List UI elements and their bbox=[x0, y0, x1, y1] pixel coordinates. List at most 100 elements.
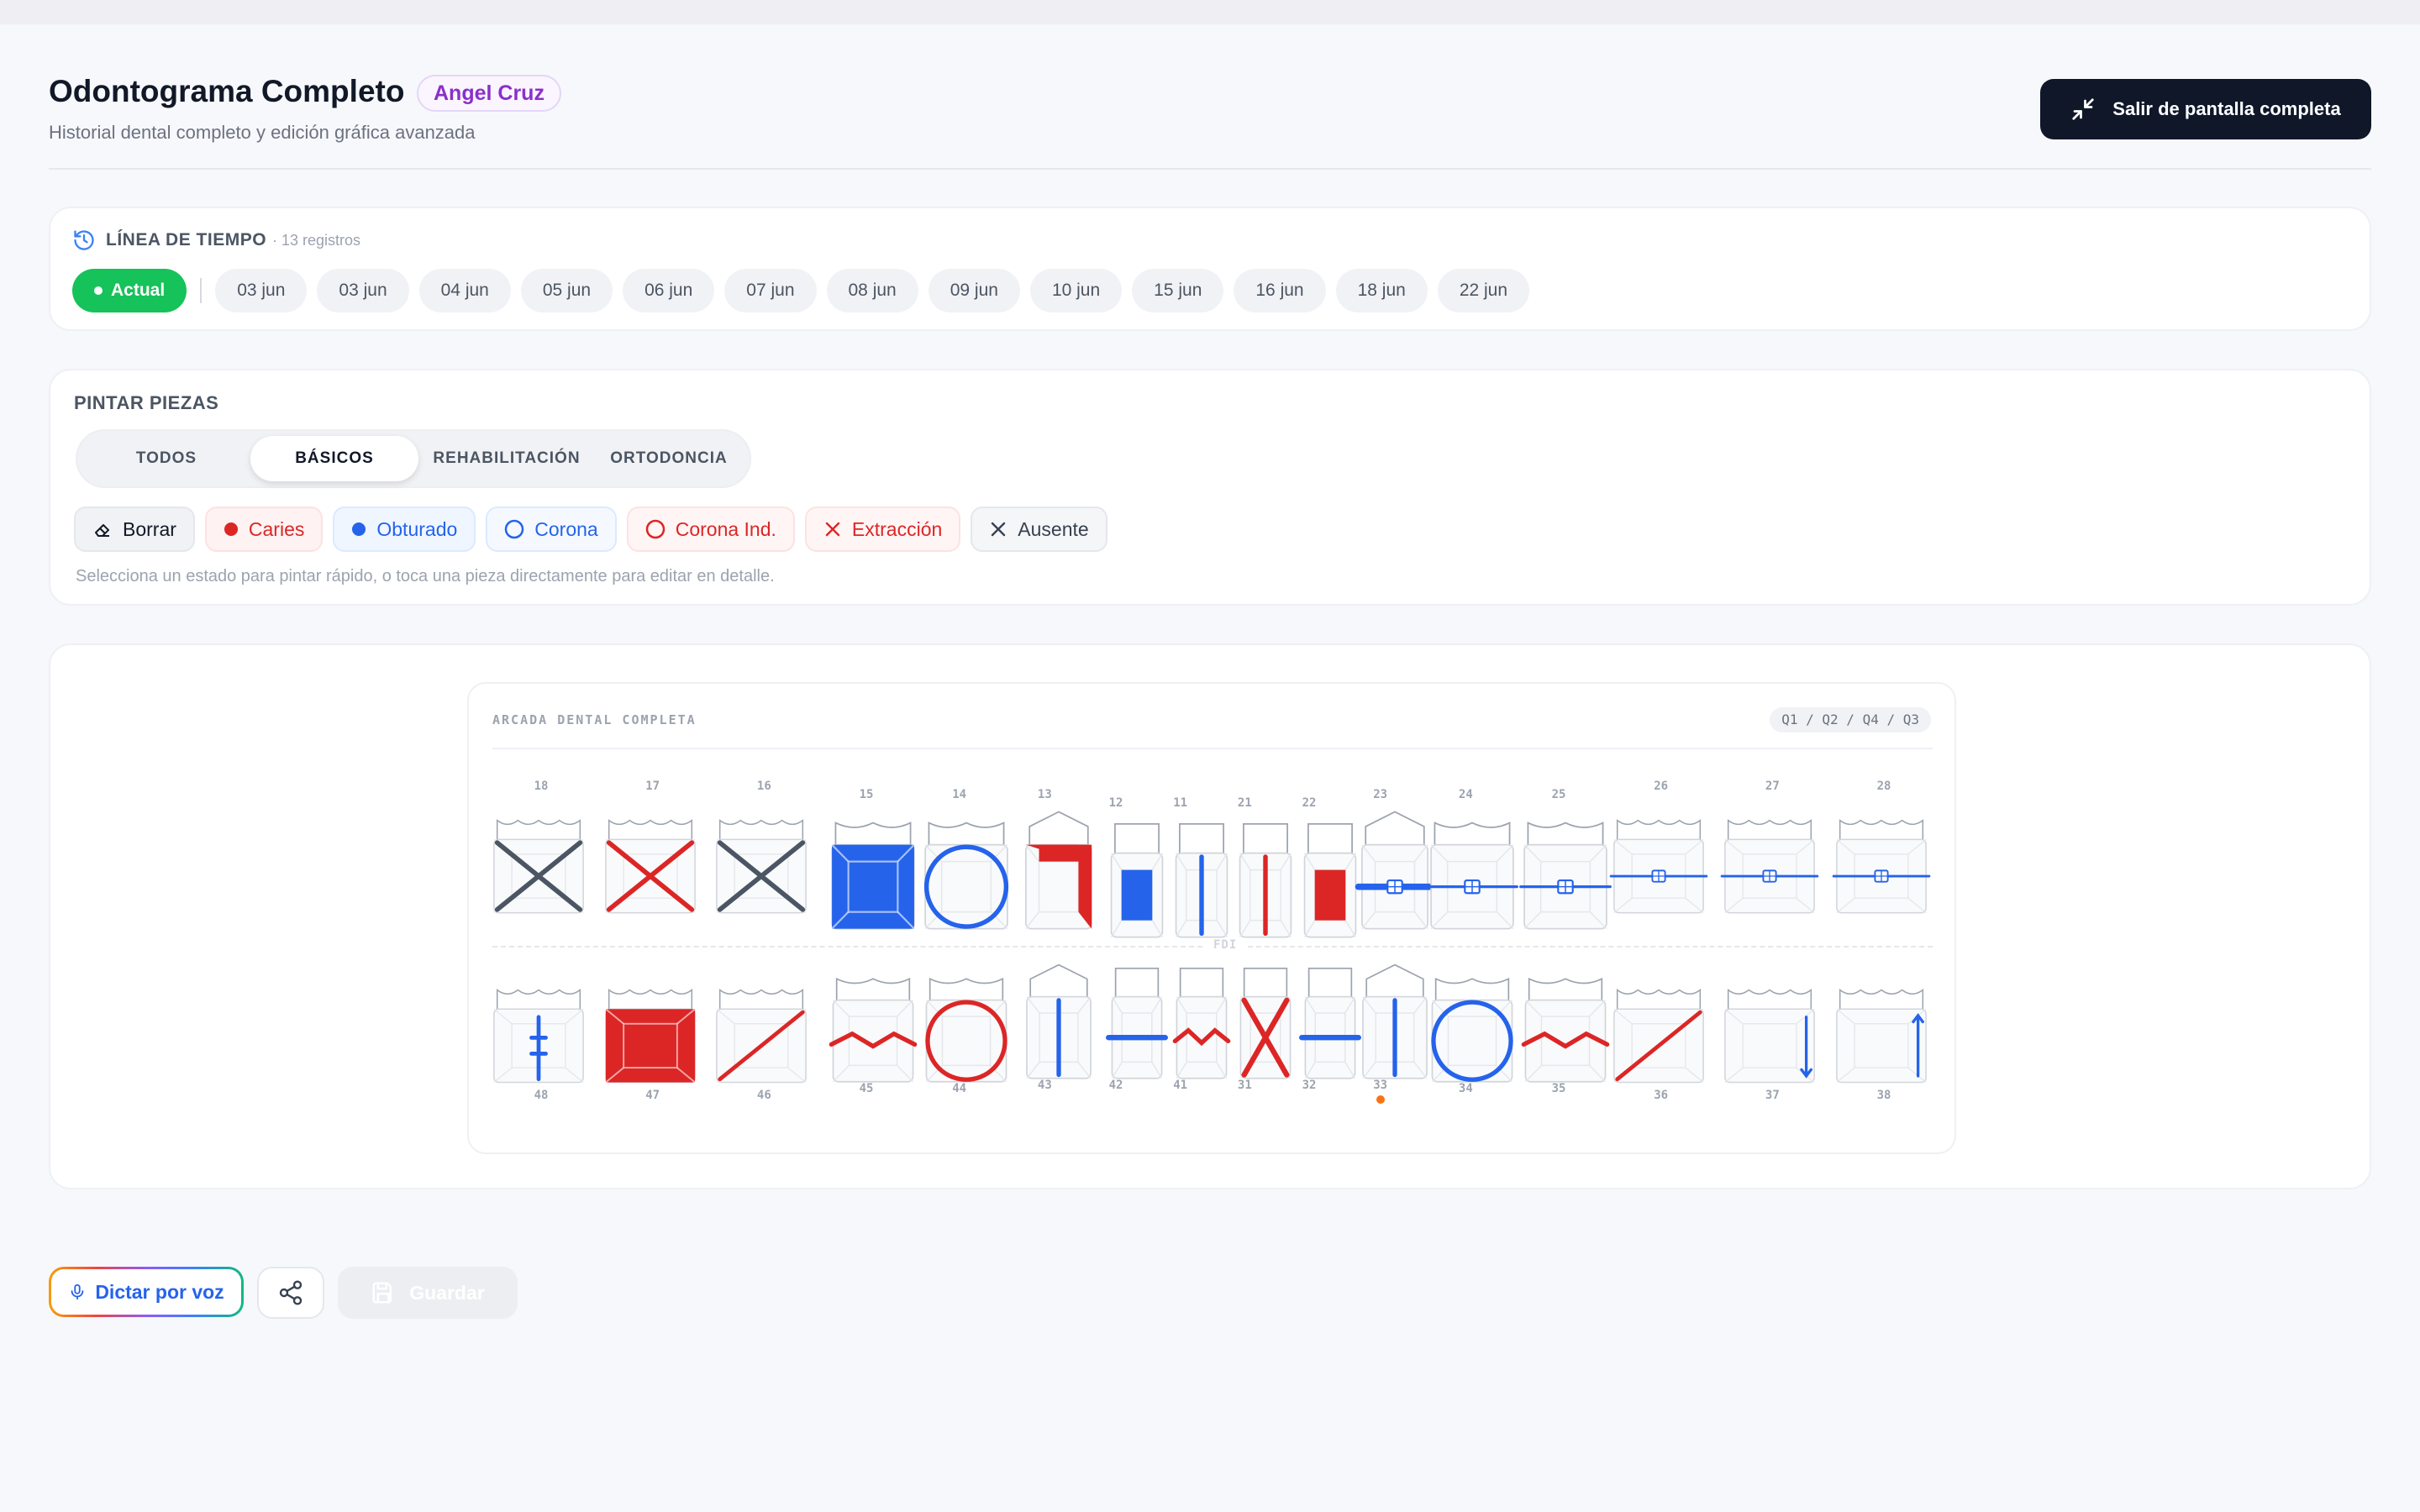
tool-corona[interactable]: Corona bbox=[486, 507, 617, 552]
tooth-number: 28 bbox=[1876, 780, 1891, 793]
tooth-number: 13 bbox=[1037, 788, 1052, 801]
tooth-21[interactable]: 21 bbox=[1219, 796, 1292, 942]
x-icon bbox=[989, 520, 1007, 538]
tool-label: Caries bbox=[248, 517, 305, 540]
timeline-card: LÍNEA DE TIEMPO · 13 registros Actual 03… bbox=[49, 207, 2371, 331]
tooth-31[interactable]: 31 bbox=[1219, 956, 1292, 1100]
tooth-32[interactable]: 32 bbox=[1284, 956, 1361, 1100]
tooth-11[interactable]: 11 bbox=[1155, 796, 1228, 942]
timeline-chip[interactable]: 03 jun bbox=[317, 269, 409, 312]
tooth-22[interactable]: 22 bbox=[1284, 796, 1357, 942]
tooth-graphic bbox=[920, 959, 1013, 1089]
timeline-chip[interactable]: 03 jun bbox=[215, 269, 308, 312]
timeline-chip[interactable]: 18 jun bbox=[1335, 269, 1428, 312]
history-icon bbox=[74, 230, 94, 250]
timeline-chip[interactable]: 08 jun bbox=[826, 269, 918, 312]
tool-label: Obturado bbox=[376, 517, 458, 540]
share-button[interactable] bbox=[257, 1267, 324, 1319]
tool-caries[interactable]: Caries bbox=[204, 507, 324, 552]
top-strip bbox=[0, 0, 2420, 24]
tooth-41[interactable]: 41 bbox=[1155, 956, 1230, 1100]
tooth-48[interactable]: 48 bbox=[492, 966, 590, 1110]
tooth-25[interactable]: 25 bbox=[1519, 788, 1612, 934]
tooth-14[interactable]: 14 bbox=[920, 788, 1008, 934]
tooth-graphic bbox=[1519, 806, 1612, 937]
timeline-label: LÍNEA DE TIEMPO bbox=[106, 230, 267, 249]
tool-ausente[interactable]: Ausente bbox=[971, 507, 1107, 552]
paint-hint: Selecciona un estado para pintar rápido,… bbox=[76, 567, 775, 585]
save-button[interactable]: Guardar bbox=[338, 1267, 518, 1319]
tooth-23[interactable]: 23 bbox=[1349, 788, 1434, 934]
tooth-24[interactable]: 24 bbox=[1426, 788, 1519, 934]
tooth-graphic bbox=[1426, 959, 1518, 1089]
tooth-16[interactable]: 16 bbox=[715, 780, 813, 926]
tooth-graphic bbox=[1612, 966, 1705, 1096]
tool-borrar[interactable]: Borrar bbox=[74, 507, 195, 552]
tooth-number: 12 bbox=[1108, 796, 1123, 810]
tooth-number: 11 bbox=[1173, 796, 1188, 810]
tool-label: Corona bbox=[534, 517, 598, 540]
tool-label: Corona Ind. bbox=[675, 517, 776, 540]
tool-extracción[interactable]: Extracción bbox=[804, 507, 961, 552]
tab-rehabilitación[interactable]: REHABILITACIÓN bbox=[418, 436, 595, 481]
voice-dictation-button[interactable]: Dictar por voz bbox=[49, 1267, 244, 1317]
timeline-chip[interactable]: 06 jun bbox=[623, 269, 715, 312]
minimize-icon bbox=[2072, 98, 2094, 120]
tooth-44[interactable]: 44 bbox=[920, 959, 1007, 1104]
tooth-33[interactable]: 33 bbox=[1349, 956, 1428, 1104]
tooth-number: 21 bbox=[1237, 796, 1252, 810]
tooth-37[interactable]: 37 bbox=[1723, 966, 1821, 1110]
odontogram-card: ARCADA DENTAL COMPLETA Q1 / Q2 / Q4 / Q3… bbox=[49, 643, 2371, 1189]
tooth-38[interactable]: 38 bbox=[1835, 966, 1933, 1110]
tool-corona-ind-[interactable]: Corona Ind. bbox=[626, 507, 795, 552]
timeline-chip[interactable]: 22 jun bbox=[1437, 269, 1530, 312]
tooth-34[interactable]: 34 bbox=[1426, 959, 1514, 1104]
tool-label: Extracción bbox=[851, 517, 943, 540]
tooth-46[interactable]: 46 bbox=[715, 966, 813, 1110]
page-title: Odontograma Completo bbox=[49, 74, 405, 108]
timeline-chip[interactable]: 07 jun bbox=[724, 269, 817, 312]
tooth-13[interactable]: 13 bbox=[1013, 788, 1093, 934]
ring-icon bbox=[504, 519, 524, 539]
timeline-chip[interactable]: 09 jun bbox=[928, 269, 1020, 312]
tooth-graphic bbox=[492, 966, 585, 1096]
tool-obturado[interactable]: Obturado bbox=[333, 507, 476, 552]
tooth-number: 18 bbox=[534, 780, 549, 793]
tooth-36[interactable]: 36 bbox=[1612, 966, 1710, 1110]
tooth-26[interactable]: 26 bbox=[1609, 780, 1710, 926]
tab-todos[interactable]: TODOS bbox=[82, 436, 250, 481]
tooth-28[interactable]: 28 bbox=[1832, 780, 1933, 926]
tooth-47[interactable]: 47 bbox=[604, 966, 702, 1110]
category-tabs: TODOS BÁSICOS REHABILITACIÓN ORTODONCIA bbox=[76, 429, 751, 488]
timeline-chip[interactable]: 05 jun bbox=[520, 269, 613, 312]
voice-dictation-label: Dictar por voz bbox=[95, 1280, 224, 1303]
timeline-chip-current[interactable]: Actual bbox=[72, 269, 187, 312]
tab-ortodoncia[interactable]: ORTODONCIA bbox=[595, 436, 743, 481]
tooth-42[interactable]: 42 bbox=[1091, 956, 1168, 1100]
tooth-number: 23 bbox=[1373, 788, 1388, 801]
tooth-12[interactable]: 12 bbox=[1091, 796, 1164, 942]
tooth-graphic bbox=[1723, 966, 1816, 1096]
timeline-chip[interactable]: 04 jun bbox=[418, 269, 511, 312]
timeline-chip[interactable]: 10 jun bbox=[1029, 269, 1123, 312]
tooth-18[interactable]: 18 bbox=[492, 780, 590, 926]
tooth-27[interactable]: 27 bbox=[1721, 780, 1821, 926]
header-divider bbox=[49, 168, 2371, 170]
timeline-chip[interactable]: 15 jun bbox=[1132, 269, 1224, 312]
tooth-17[interactable]: 17 bbox=[604, 780, 702, 928]
tooth-35[interactable]: 35 bbox=[1519, 959, 1610, 1104]
dot-icon bbox=[224, 522, 239, 537]
tooth-number: 27 bbox=[1765, 780, 1780, 793]
tab-básicos[interactable]: BÁSICOS bbox=[250, 436, 418, 481]
tooth-15[interactable]: 15 bbox=[827, 788, 915, 934]
tooth-45[interactable]: 45 bbox=[827, 959, 918, 1104]
arch-title: ARCADA DENTAL COMPLETA bbox=[492, 712, 697, 727]
tooth-43[interactable]: 43 bbox=[1013, 956, 1092, 1100]
exit-fullscreen-button[interactable]: Salir de pantalla completa bbox=[2040, 79, 2371, 139]
eraser-icon bbox=[92, 519, 113, 539]
timeline-chip[interactable]: 16 jun bbox=[1234, 269, 1326, 312]
exit-fullscreen-label: Salir de pantalla completa bbox=[2112, 98, 2341, 119]
tooth-number: 14 bbox=[952, 788, 967, 801]
tooth-graphic bbox=[604, 798, 697, 928]
paint-title: PINTAR PIEZAS bbox=[74, 392, 219, 413]
